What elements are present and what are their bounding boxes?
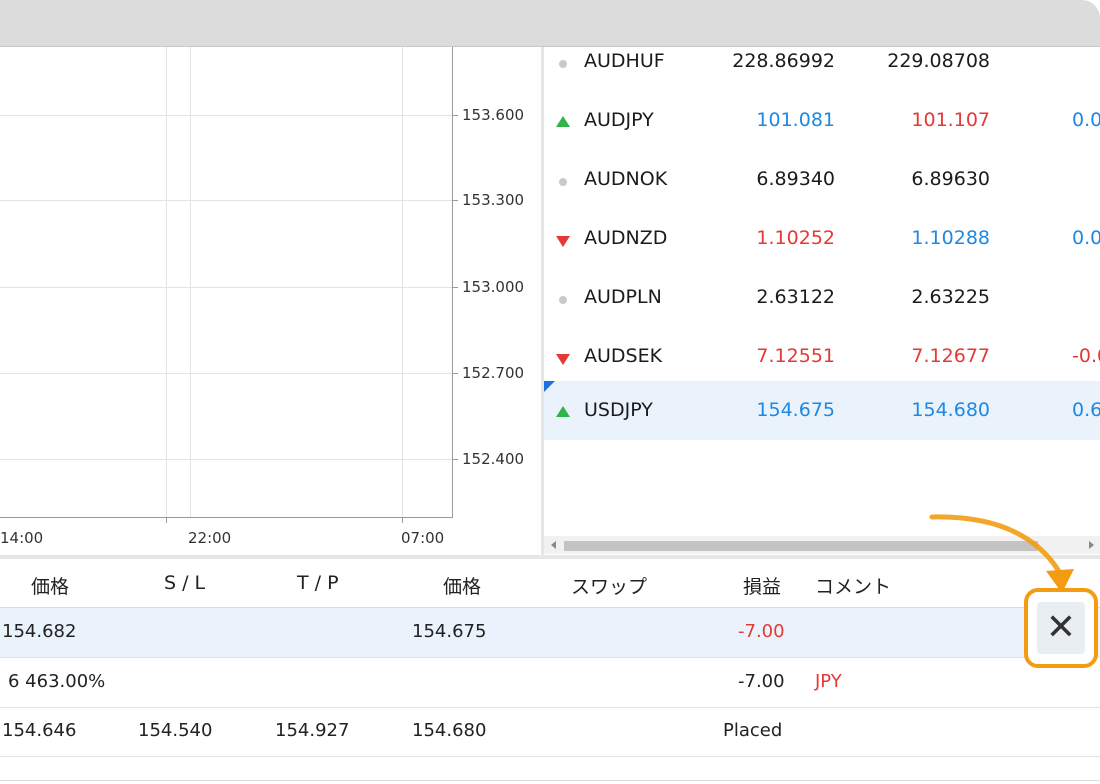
column-header-comment[interactable]: コメント (815, 572, 891, 599)
order-row[interactable]: 154.646 154.540 154.927 154.680 Placed (0, 707, 1100, 757)
bid-price: 154.675 (756, 399, 835, 421)
price-axis-label: 153.600 (462, 106, 525, 124)
grid-line (402, 47, 403, 517)
price-axis-label: 152.700 (462, 364, 525, 382)
watch-row-audnzd[interactable]: AUDNZD 1.10252 1.10288 0.0 (544, 212, 1100, 270)
grid-line (166, 47, 167, 517)
column-header-profit[interactable]: 損益 (743, 572, 781, 599)
close-icon: ✕ (1045, 607, 1077, 648)
current-price: 154.675 (412, 621, 487, 642)
position-row[interactable]: 154.682 154.675 -7.00 (0, 608, 1100, 658)
watch-row-usdjpy[interactable]: USDJPY 154.675 154.680 0.6 (544, 381, 1100, 440)
ask-price: 7.12677 (911, 345, 990, 367)
symbol-name: AUDJPY (584, 109, 654, 131)
column-header-swap[interactable]: スワップ (571, 572, 647, 599)
open-price: 154.646 (2, 720, 77, 741)
ask-price: 101.107 (911, 109, 990, 131)
market-watch: AUDHUF 228.86992 229.08708 AUDJPY 101.08… (544, 47, 1100, 555)
divider (0, 780, 1100, 781)
profit-total: -7.00 (738, 671, 785, 692)
axis-tick (452, 200, 458, 201)
watch-row-audjpy[interactable]: AUDJPY 101.081 101.107 0.0 (544, 94, 1100, 152)
bid-price: 101.081 (756, 109, 835, 131)
symbol-name: AUDNZD (584, 227, 668, 249)
axis-tick (452, 373, 458, 374)
daily-change: -0.0 (1072, 345, 1100, 367)
grid-line (0, 115, 452, 116)
watch-row-audhuf[interactable]: AUDHUF 228.86992 229.08708 (544, 47, 1100, 93)
grid-line (0, 459, 452, 460)
flat-dot-icon (559, 296, 567, 304)
order-state: Placed (723, 720, 783, 741)
price-axis-label: 153.300 (462, 191, 525, 209)
column-header-sl[interactable]: S / L (164, 572, 205, 594)
close-button-highlight: ✕ (1024, 588, 1098, 668)
column-header-price-open[interactable]: 価格 (31, 572, 69, 599)
column-header-tp[interactable]: T / P (297, 572, 339, 594)
ask-price: 1.10288 (911, 227, 990, 249)
price-axis-label: 153.000 (462, 278, 525, 296)
selection-corner-marker (544, 381, 555, 392)
axis-tick (452, 287, 458, 288)
daily-change: 0.0 (1072, 109, 1100, 131)
column-header-price-current[interactable]: 価格 (443, 572, 481, 599)
grid-line (0, 200, 452, 201)
open-price: 154.682 (2, 621, 77, 642)
symbol-name: AUDSEK (584, 345, 663, 367)
current-price: 154.680 (412, 720, 487, 741)
ask-price: 229.08708 (887, 50, 990, 72)
time-axis-label: 22:00 (188, 529, 232, 547)
account-currency: JPY (815, 671, 842, 692)
bid-price: 6.89340 (756, 168, 835, 190)
axis-tick (166, 517, 167, 523)
annotation-arrow (929, 514, 1074, 593)
price-chart[interactable]: 153.600 153.300 153.000 152.700 152.400 … (0, 47, 541, 555)
ask-price: 154.680 (911, 399, 990, 421)
axis-tick (452, 459, 458, 460)
axis-tick (452, 115, 458, 116)
flat-dot-icon (559, 60, 567, 68)
ask-price: 2.63225 (911, 286, 990, 308)
time-axis-label: 07:00 (401, 529, 445, 547)
profit-value: -7.00 (738, 621, 785, 642)
grid-line (0, 287, 452, 288)
daily-change: 0.0 (1072, 227, 1100, 249)
daily-change: 0.6 (1072, 399, 1100, 421)
symbol-name: AUDHUF (584, 50, 665, 72)
symbol-name: AUDNOK (584, 168, 668, 190)
arrow-down-icon (556, 236, 570, 247)
flat-dot-icon (559, 178, 567, 186)
take-profit: 154.927 (275, 720, 350, 741)
bid-price: 1.10252 (756, 227, 835, 249)
arrow-up-icon (556, 116, 570, 127)
margin-level: 6 463.00% (8, 671, 106, 692)
stop-loss: 154.540 (138, 720, 213, 741)
bid-price: 7.12551 (756, 345, 835, 367)
axis-tick (402, 517, 403, 523)
arrow-down-icon (556, 354, 570, 365)
summary-row: 6 463.00% -7.00 JPY (0, 658, 1100, 708)
grid-line (0, 373, 452, 374)
time-axis (0, 517, 453, 518)
symbol-name: USDJPY (584, 399, 653, 421)
watch-row-audnok[interactable]: AUDNOK 6.89340 6.89630 (544, 153, 1100, 211)
symbol-name: AUDPLN (584, 286, 662, 308)
watch-row-audpln[interactable]: AUDPLN 2.63122 2.63225 (544, 271, 1100, 329)
scroll-left-icon[interactable] (551, 541, 556, 549)
price-axis (452, 47, 453, 517)
time-axis-label: 14:00 (0, 529, 44, 547)
price-axis-label: 152.400 (462, 450, 525, 468)
arrow-up-icon (556, 406, 570, 417)
bid-price: 2.63122 (756, 286, 835, 308)
close-position-button[interactable]: ✕ (1037, 602, 1085, 654)
ask-price: 6.89630 (911, 168, 990, 190)
grid-line (190, 47, 191, 517)
bid-price: 228.86992 (732, 50, 835, 72)
window-title-bar (0, 0, 1100, 47)
watch-row-audsek[interactable]: AUDSEK 7.12551 7.12677 -0.0 (544, 330, 1100, 388)
